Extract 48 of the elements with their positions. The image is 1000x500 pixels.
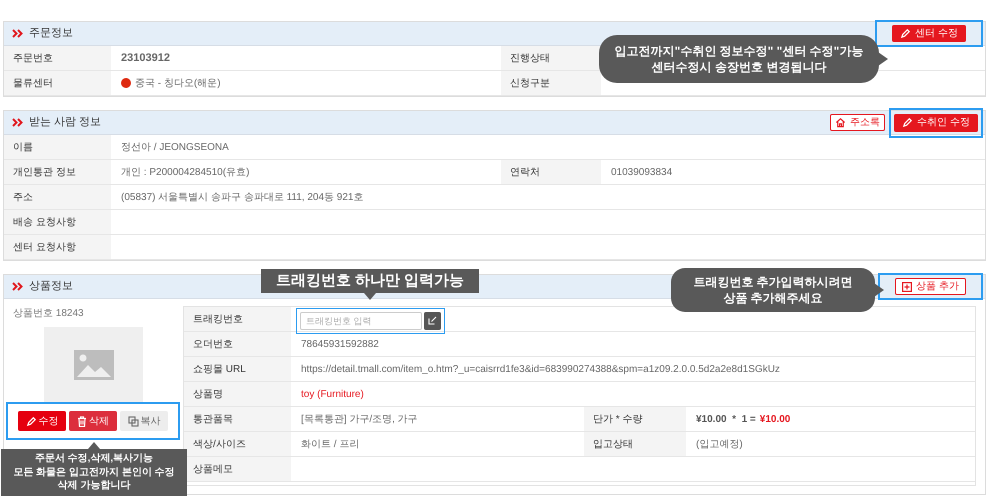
- delete-button[interactable]: 삭제: [69, 411, 117, 431]
- field-label: 신청구분: [501, 71, 601, 96]
- copy-button[interactable]: 복사: [120, 411, 168, 431]
- address-book-button[interactable]: 주소록: [830, 114, 886, 131]
- field-value: 정선아 / JEONGSEONA: [111, 135, 985, 160]
- section-title: 받는 사람 정보: [29, 115, 102, 130]
- field-label: 상품명: [184, 382, 291, 407]
- field-value: 중국 - 칭다오(해운): [111, 71, 501, 96]
- field-label: 쇼핑몰 URL: [184, 357, 291, 382]
- field-label: 입고상태: [584, 432, 686, 457]
- product-number: 상품번호 18243: [12, 307, 84, 321]
- center-edit-button[interactable]: 센터 수정: [892, 25, 966, 42]
- field-label: 진행상태: [501, 46, 601, 71]
- field-value: (입고예정): [686, 432, 975, 457]
- field-value: 78645931592882: [291, 332, 975, 357]
- callout-bubble: 트래킹번호 추가입력하시려면 상품 추가해주세요: [671, 268, 875, 312]
- price-formula: ¥10.00 * 1 =: [696, 412, 756, 426]
- field-label: 배송 요청사항: [4, 210, 111, 235]
- field-value: 01039093834: [601, 160, 985, 185]
- field-label: 개인통관 정보: [4, 160, 111, 185]
- section-title: 상품정보: [29, 279, 73, 294]
- field-value: 개인 : P200004284510(유효): [111, 160, 501, 185]
- field-value: 화이트 / 프리: [291, 432, 584, 457]
- field-label: 색상/사이즈: [184, 432, 291, 457]
- field-value: https://detail.tmall.com/item_o.htm?_u=caisrrd1fe3&id=683990274388&spm=a1z09.2.0.0.5d2a2e8d1SGkUz: [291, 357, 975, 382]
- field-value: 23103912: [111, 46, 501, 71]
- field-label: 물류센터: [4, 71, 111, 96]
- total-price: ¥10.00: [760, 412, 790, 426]
- field-label: 단가 * 수량: [584, 407, 686, 432]
- field-value: (05837) 서울특별시 송파구 송파대로 111, 204동 921호: [111, 185, 985, 210]
- field-label: 트래킹번호: [184, 307, 291, 332]
- field-label: 센터 요청사항: [4, 235, 111, 260]
- field-label: 통관품목: [184, 407, 291, 432]
- callout-bubble: 입고전까지"수취인 정보수정" "센터 수정"가능 센터수정시 송장번호 변경됩니다: [599, 35, 879, 84]
- field-value: [목록통관] 가구/조명, 가구: [291, 407, 584, 432]
- field-label: 오더번호: [184, 332, 291, 357]
- field-label: 주소: [4, 185, 111, 210]
- callout-bubble: 트래킹번호 하나만 입력가능: [261, 269, 479, 294]
- recipient-edit-button[interactable]: 수취인 수정: [894, 114, 978, 132]
- add-product-button[interactable]: 상품 추가: [895, 278, 966, 295]
- callout-bubble: 주문서 수정,삭제,복사기능 모든 화물은 입고전까지 본인이 수정 삭제 가능합니다: [1, 449, 187, 496]
- field-label: 이름: [4, 135, 111, 160]
- tracking-number-input[interactable]: 트래킹번호 입력: [300, 312, 422, 330]
- field-label: 연락처: [501, 160, 601, 185]
- field-label: 주문번호: [4, 46, 111, 71]
- section-title: 주문정보: [29, 26, 73, 42]
- edit-button[interactable]: 수정: [18, 411, 66, 431]
- field-label: 상품메모: [184, 457, 291, 482]
